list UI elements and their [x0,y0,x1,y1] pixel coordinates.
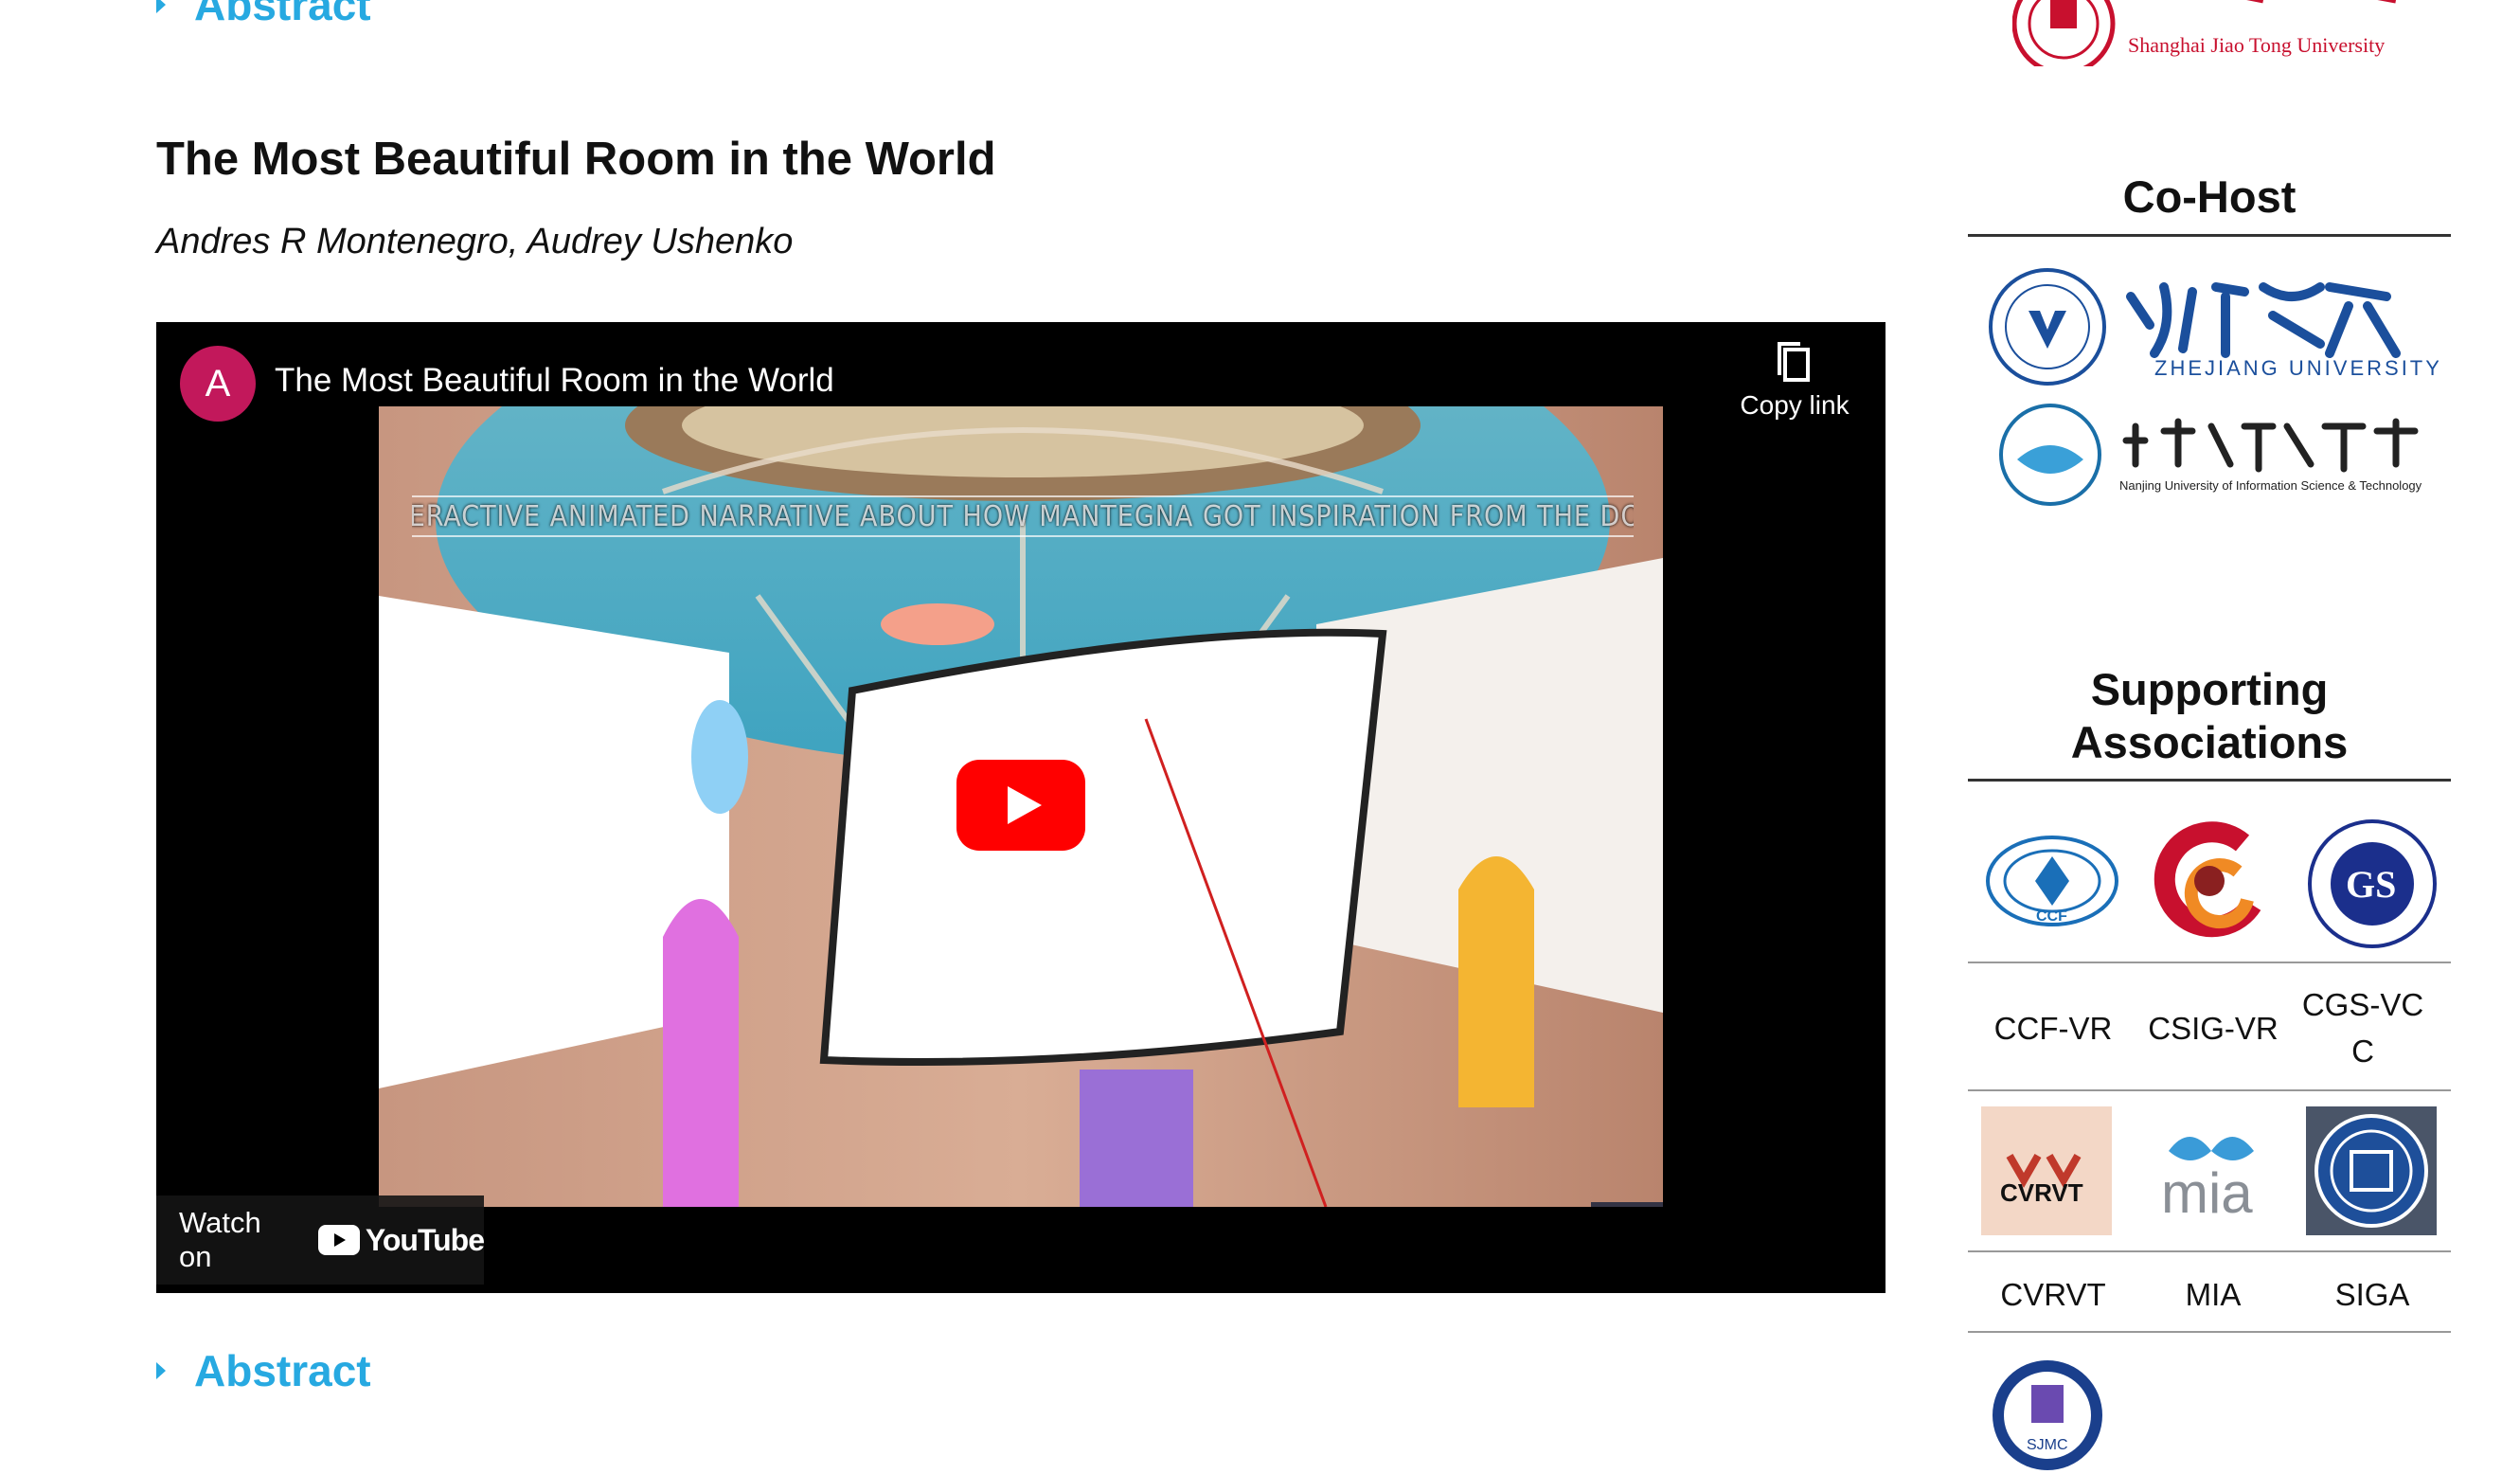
assoc-label-mia: MIA [2185,1277,2242,1312]
svg-text:mia: mia [2161,1161,2253,1222]
youtube-embed[interactable]: INTERACTIVE ANIMATED NARRATIVE ABOUT HOW… [156,322,1886,1293]
abstract-label: Abstract [194,0,371,29]
supporting-associations-heading: Supporting Associations [1968,663,2451,782]
assoc-label-ccf-vr: CCF-VR [1993,1010,2113,1046]
svg-text:GS: GS [2346,863,2396,906]
copy-link-button[interactable]: Copy link [1724,341,1866,421]
assoc-label-siga: SIGA [2334,1277,2410,1312]
watch-on-label: Watch on [179,1206,261,1273]
assoc-label-csig-vr: CSIG-VR [2148,1010,2279,1046]
svg-text:Nanjing University of Informat: Nanjing University of Information Scienc… [2119,478,2422,493]
cgs-logo-icon[interactable]: GS [2306,818,2439,950]
cvrvt-logo-icon[interactable]: CVRVT [1981,1106,2112,1235]
divider [1968,1331,2451,1333]
youtube-wordmark: YouTube [365,1222,485,1257]
video-title[interactable]: The Most Beautiful Room in the World [275,362,834,400]
abstract-label: Abstract [194,1346,371,1395]
mia-logo-icon[interactable]: mia [2150,1118,2273,1222]
paper-authors: Andres R Montenegro, Audrey Ushenko [156,222,794,261]
ccf-logo-icon[interactable]: CCF [1984,834,2121,928]
channel-avatar[interactable]: A [180,346,256,422]
csig-logo-icon[interactable] [2148,819,2271,943]
abstract-toggle[interactable]: Abstract [156,1345,371,1396]
siga-logo-icon[interactable] [2306,1106,2437,1235]
zhejiang-university-logo-icon[interactable]: ZHEJIANG UNIVERSITY [1989,268,2439,386]
copy-icon [1778,342,1810,382]
play-icon[interactable] [956,760,1085,851]
caret-right-icon [156,0,166,13]
watch-on-youtube-link[interactable]: Watch on YouTube [156,1195,485,1285]
youtube-logo-icon: YouTube [317,1222,485,1258]
svg-text:SJMC: SJMC [2027,1437,2068,1453]
divider [1968,1250,2451,1252]
video-subtitle-overlay: INTERACTIVE ANIMATED NARRATIVE ABOUT HOW… [412,495,1634,537]
copy-link-label: Copy link [1740,390,1850,420]
divider [1968,962,2451,963]
paper-title: The Most Beautiful Room in the World [156,134,996,185]
nuist-logo-icon[interactable]: Nanjing University of Information Scienc… [1998,403,2448,507]
sjtu-logo-icon[interactable]: Shanghai Jiao Tong University [2012,0,2420,66]
sjmc-logo-icon[interactable]: SJMC [1989,1357,2107,1474]
svg-text:CVRVT: CVRVT [2000,1178,2083,1207]
assoc-label-cvrvt: CVRVT [2000,1277,2106,1312]
svg-text:ZHEJIANG UNIVERSITY: ZHEJIANG UNIVERSITY [2154,356,2439,380]
abstract-toggle-top[interactable]: Abstract [156,0,371,30]
svg-text:CCF: CCF [2036,908,2067,925]
cohost-heading: Co-Host [1968,171,2451,237]
divider [1968,1089,2451,1091]
svg-text:Shanghai Jiao Tong University: Shanghai Jiao Tong University [2128,33,2385,57]
caret-right-icon [156,1362,166,1379]
assoc-label-cgs-vcc: CGS-VCC [2301,987,2424,1069]
